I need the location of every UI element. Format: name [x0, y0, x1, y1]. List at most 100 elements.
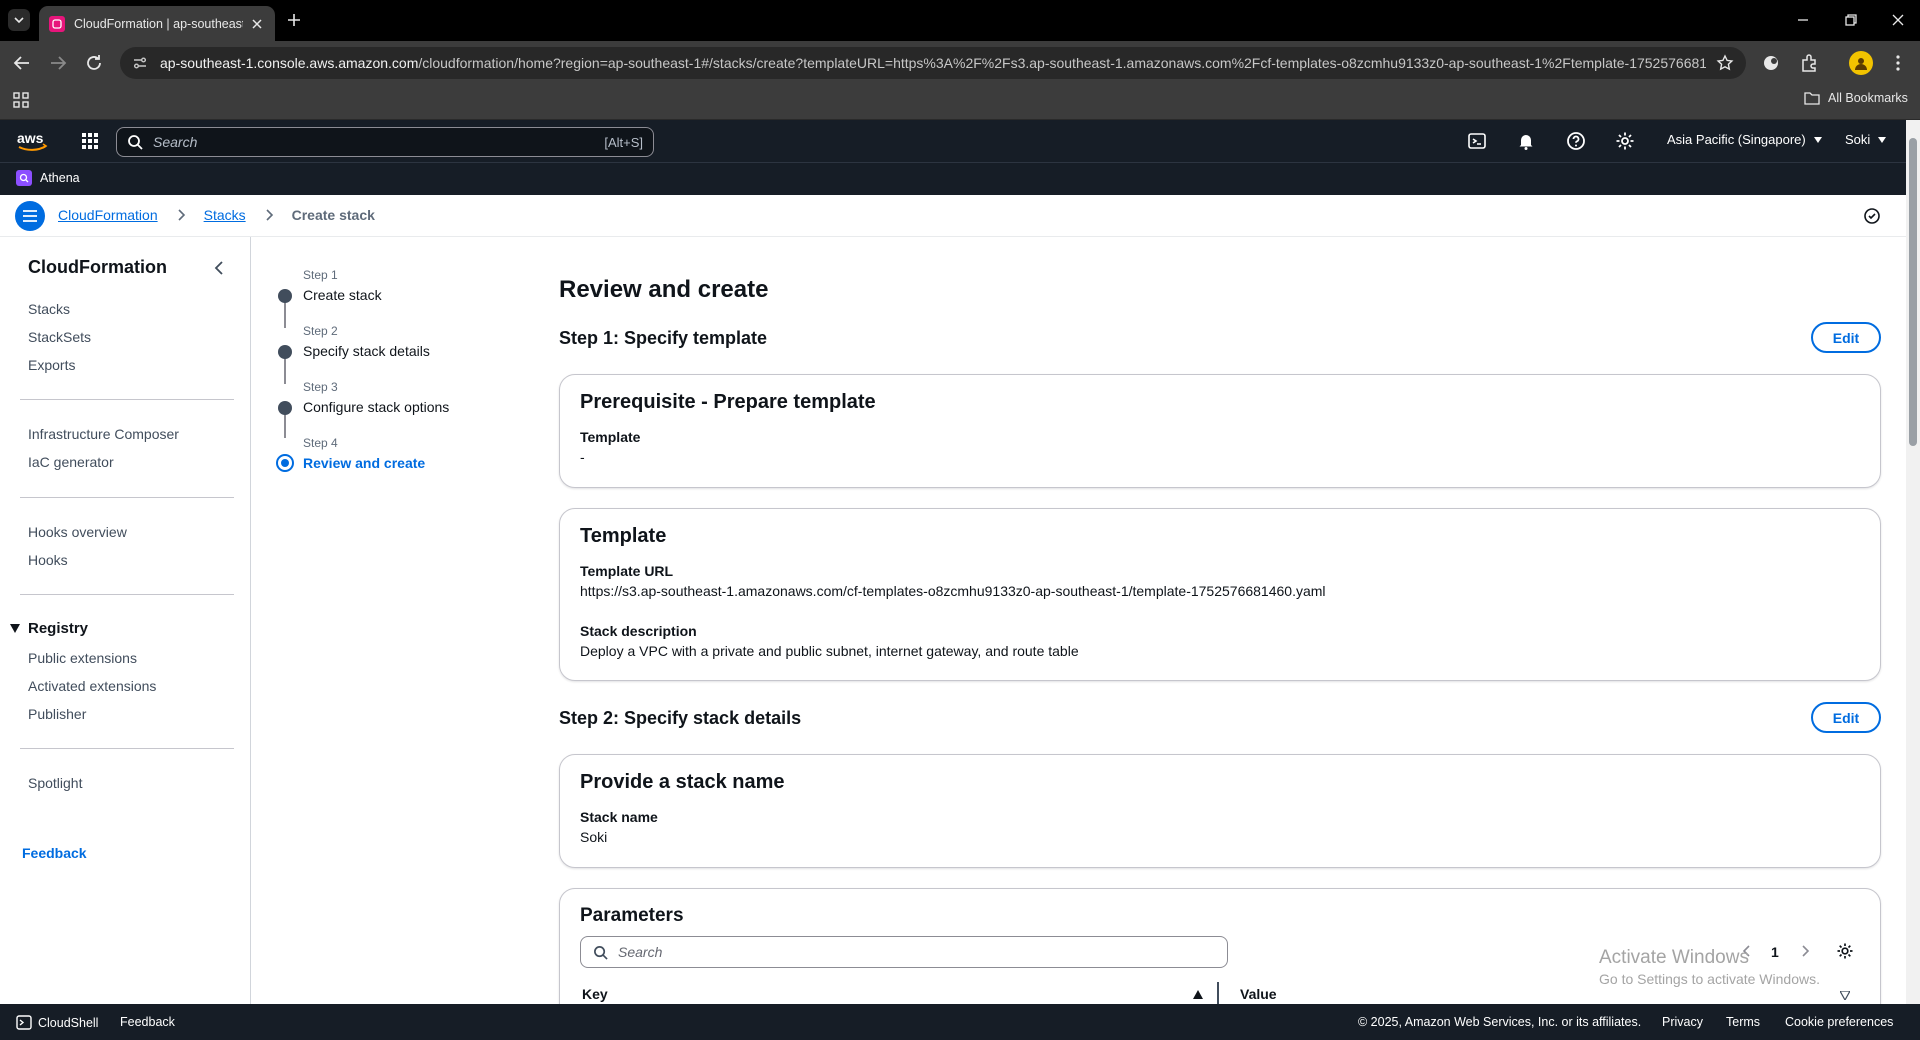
breadcrumb-stacks[interactable]: Stacks: [204, 207, 246, 223]
bookmark-star-icon[interactable]: [1716, 54, 1734, 72]
bookmarks-bar: [0, 85, 1920, 120]
step-3-indicator: [278, 401, 292, 415]
aws-logo-icon: aws: [17, 130, 48, 151]
breadcrumb-cloudformation[interactable]: CloudFormation: [58, 207, 158, 223]
site-info-icon[interactable]: [132, 55, 148, 71]
aws-search-input[interactable]: Search [Alt+S]: [116, 127, 654, 157]
browser-tab[interactable]: CloudFormation | ap-southeast-1: [39, 6, 275, 41]
tab-search-button[interactable]: [8, 9, 30, 31]
sidebar-item-spotlight[interactable]: Spotlight: [28, 775, 82, 791]
scrollbar-thumb[interactable]: [1909, 138, 1917, 446]
breadcrumb-current: Create stack: [291, 207, 375, 223]
tools-panel-icon[interactable]: [1863, 207, 1881, 225]
account-menu[interactable]: Soki: [1845, 132, 1887, 147]
sidebar-item-hooks-overview[interactable]: Hooks overview: [28, 524, 127, 540]
apps-grid-icon[interactable]: [12, 91, 30, 109]
sort-ascending-icon[interactable]: [1193, 990, 1203, 999]
all-bookmarks-button[interactable]: All Bookmarks: [1804, 91, 1908, 105]
step-3-name[interactable]: Configure stack options: [303, 399, 449, 415]
sidebar-title[interactable]: CloudFormation: [28, 257, 167, 278]
caret-down-icon: [1813, 136, 1822, 143]
close-window-icon[interactable]: [1888, 10, 1908, 30]
nav-menu-button[interactable]: [15, 201, 45, 231]
footer-terms[interactable]: Terms: [1726, 1015, 1760, 1029]
chevron-down-icon: [14, 17, 24, 24]
close-tab-icon[interactable]: [249, 16, 265, 32]
settings-gear-icon[interactable]: [1615, 131, 1635, 151]
search-icon: [594, 945, 608, 960]
region-label: Asia Pacific (Singapore): [1667, 132, 1806, 147]
help-icon[interactable]: [1566, 131, 1586, 151]
step-2-name[interactable]: Specify stack details: [303, 343, 430, 359]
search-icon: [128, 135, 143, 150]
sidebar-item-infrastructure-composer[interactable]: Infrastructure Composer: [28, 426, 179, 442]
cloudshell-icon[interactable]: [1467, 131, 1487, 151]
extensions-icon[interactable]: [1798, 52, 1820, 74]
address-bar[interactable]: ap-southeast-1.console.aws.amazon.com/cl…: [120, 47, 1746, 79]
edit-step1-button[interactable]: Edit: [1811, 322, 1881, 353]
table-preferences-gear-icon[interactable]: [1836, 942, 1854, 960]
hamburger-icon: [23, 210, 37, 222]
region-selector[interactable]: Asia Pacific (Singapore): [1667, 132, 1822, 147]
url-text: ap-southeast-1.console.aws.amazon.com/cl…: [160, 55, 1706, 71]
footer-cookie-preferences[interactable]: Cookie preferences: [1785, 1015, 1893, 1029]
profile-avatar[interactable]: [1849, 51, 1873, 75]
parameters-search-placeholder: Search: [618, 944, 663, 960]
extension-puzzle-icon[interactable]: [1760, 52, 1782, 74]
collapse-sidebar-icon[interactable]: [211, 259, 229, 277]
notifications-bell-icon[interactable]: [1516, 131, 1536, 151]
aws-search-placeholder: Search: [153, 134, 198, 150]
favorite-athena-label: Athena: [40, 171, 80, 185]
person-icon: [1855, 58, 1867, 70]
back-icon[interactable]: [10, 51, 34, 75]
stack-name-card-title: Provide a stack name: [580, 771, 785, 793]
sort-caret-icon[interactable]: [1840, 991, 1850, 1000]
restore-window-icon[interactable]: [1841, 10, 1861, 30]
tab-title: CloudFormation | ap-southeast-1: [74, 16, 243, 31]
template-url-value: https://s3.ap-southeast-1.amazonaws.com/…: [580, 583, 1326, 599]
folder-icon: [1804, 92, 1820, 105]
column-header-value[interactable]: Value: [1240, 986, 1277, 1002]
footer-feedback[interactable]: Feedback: [120, 1015, 175, 1029]
sidebar-feedback-link[interactable]: Feedback: [22, 845, 87, 861]
step-1-name[interactable]: Create stack: [303, 287, 382, 303]
template-url-key: Template URL: [580, 563, 674, 579]
page-number[interactable]: 1: [1771, 944, 1779, 960]
athena-icon: [16, 170, 32, 186]
step-connector: [284, 414, 286, 438]
sidebar-item-exports[interactable]: Exports: [28, 357, 75, 373]
services-menu-icon[interactable]: [80, 131, 100, 151]
breadcrumb: CloudFormation Stacks Create stack: [58, 207, 375, 223]
stack-description-key: Stack description: [580, 623, 697, 639]
column-resizer[interactable]: [1217, 982, 1219, 1004]
stack-name-value: Soki: [580, 829, 608, 845]
edit-step2-button[interactable]: Edit: [1811, 702, 1881, 733]
column-header-key[interactable]: Key: [582, 986, 608, 1002]
step-4-label: Step 4: [303, 436, 338, 450]
footer-privacy[interactable]: Privacy: [1662, 1015, 1703, 1029]
step-2-label: Step 2: [303, 324, 338, 338]
parameters-search-input[interactable]: Search: [580, 936, 1228, 968]
next-page-icon[interactable]: [1798, 944, 1812, 958]
registry-label: Registry: [28, 620, 89, 637]
aws-logo[interactable]: aws: [16, 130, 50, 152]
sidebar-item-stacks[interactable]: Stacks: [28, 301, 70, 317]
sidebar-item-activated-extensions[interactable]: Activated extensions: [28, 678, 156, 694]
sidebar-item-public-extensions[interactable]: Public extensions: [28, 650, 137, 666]
sidebar-item-iac-generator[interactable]: IaC generator: [28, 454, 114, 470]
page-title: Review and create: [559, 276, 769, 303]
sidebar-section-registry[interactable]: Registry: [10, 620, 88, 637]
footer-cloudshell[interactable]: CloudShell: [16, 1015, 98, 1030]
minimize-window-icon[interactable]: [1793, 10, 1813, 30]
user-name: Soki: [1845, 132, 1871, 147]
reload-icon[interactable]: [82, 51, 106, 75]
favorite-athena[interactable]: Athena: [16, 170, 80, 186]
parameters-title: Parameters: [580, 905, 684, 926]
sidebar-item-publisher[interactable]: Publisher: [28, 706, 86, 722]
step-4-name: Review and create: [303, 455, 426, 471]
new-tab-icon[interactable]: [284, 10, 304, 30]
sidebar-item-stacksets[interactable]: StackSets: [28, 329, 91, 345]
forward-icon[interactable]: [46, 51, 70, 75]
browser-menu-icon[interactable]: [1887, 52, 1909, 74]
sidebar-item-hooks[interactable]: Hooks: [28, 552, 68, 568]
